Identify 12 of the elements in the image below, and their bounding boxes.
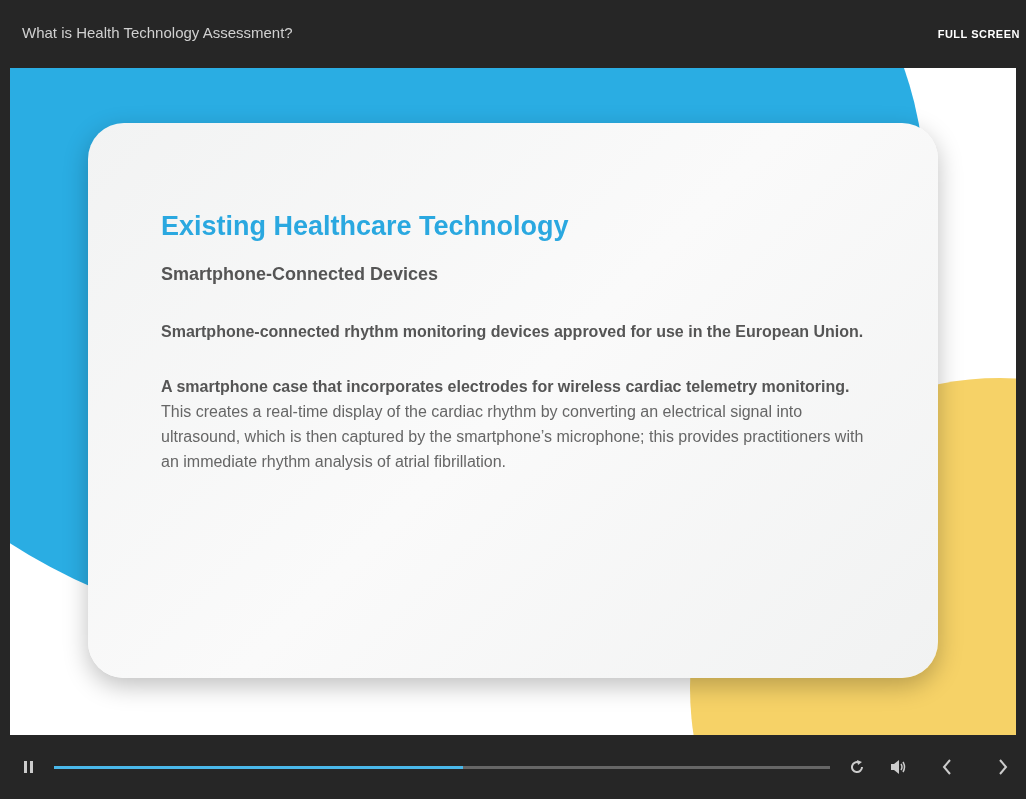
replay-icon	[849, 759, 865, 775]
body-paragraph: A smartphone case that incorporates electrodes for wireless cardiac telemetry monitoring. This creates a real-time display of the cardiac rhythm by converting an electrical signal into ultrasound, which is then captured by the smartphone’s microphone; this provides practitioners with an immediate rhythm analysis of atrial fibrillation.	[161, 377, 865, 472]
chevron-right-icon	[997, 758, 1009, 776]
progress-track[interactable]	[54, 765, 830, 769]
body-paragraph: Smartphone-connected rhythm monitoring devices approved for use in the European Union.	[161, 322, 865, 342]
window-title: What is Health Technology Assessment?	[22, 23, 293, 41]
slide-subtitle: Smartphone-Connected Devices	[161, 264, 440, 285]
speaker-icon	[890, 759, 908, 775]
full-screen-button[interactable]: FULL SCREEN	[937, 28, 1020, 40]
slide-title: Existing Healthcare Technology	[161, 211, 570, 242]
pause-icon	[23, 760, 35, 774]
chevron-left-icon	[941, 758, 953, 776]
